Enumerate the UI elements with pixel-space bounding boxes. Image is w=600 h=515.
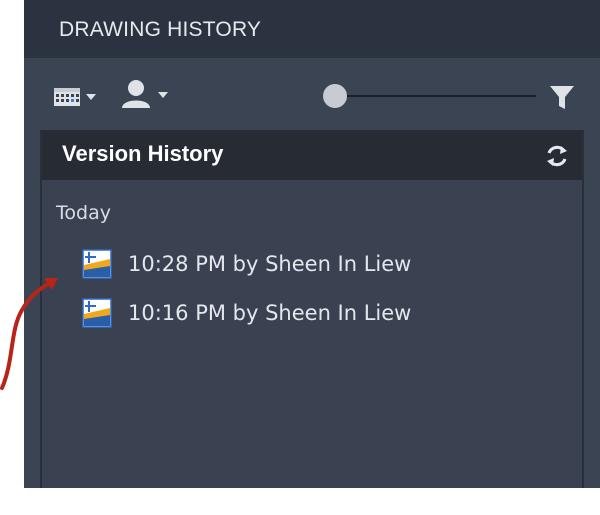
version-slider-track[interactable] — [336, 95, 536, 97]
chevron-down-icon — [158, 92, 168, 98]
panel-title: DRAWING HISTORY — [59, 18, 262, 41]
drawing-file-icon — [82, 249, 112, 279]
calendar-filter-button[interactable] — [52, 82, 106, 110]
calendar-grid-icon — [54, 88, 96, 106]
version-item[interactable]: 10:16 PM by Sheen In Liew — [82, 296, 502, 330]
funnel-icon — [550, 86, 574, 109]
drawing-file-icon — [82, 298, 112, 328]
annotation-arrow-icon — [0, 278, 58, 390]
version-item-label: 10:16 PM by Sheen In Liew — [128, 301, 412, 325]
drawing-history-panel: DRAWING HISTORY Version History Today 10… — [24, 0, 600, 488]
user-filter-button[interactable] — [120, 78, 176, 110]
version-history-section: Version History Today 10:28 PM by Sheen … — [40, 130, 584, 488]
version-history-header: Version History — [42, 130, 582, 180]
panel-header: DRAWING HISTORY — [24, 0, 600, 58]
refresh-button[interactable] — [544, 143, 570, 169]
version-item[interactable]: 10:28 PM by Sheen In Liew — [82, 247, 502, 281]
chevron-down-icon — [86, 94, 96, 100]
filter-button[interactable] — [547, 82, 577, 112]
screenshot-stage: DRAWING HISTORY Version History Today 10… — [0, 0, 600, 515]
version-item-label: 10:28 PM by Sheen In Liew — [128, 252, 412, 276]
history-toolbar — [24, 58, 600, 130]
version-slider-thumb[interactable] — [323, 84, 347, 108]
user-icon — [122, 80, 168, 108]
refresh-icon — [547, 145, 567, 167]
group-label-today: Today — [56, 202, 111, 224]
version-history-title: Version History — [62, 141, 224, 166]
